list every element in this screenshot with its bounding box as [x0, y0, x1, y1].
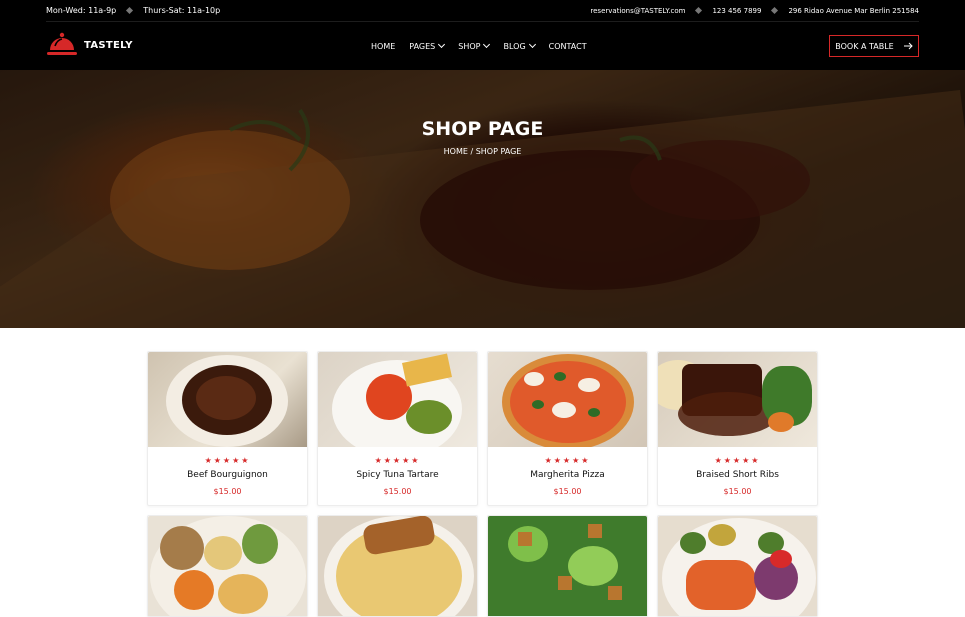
product-name[interactable]: Beef Bourguignon: [148, 470, 307, 480]
nav-item-pages[interactable]: PAGES: [409, 40, 446, 51]
address-text: 296 Ridao Avenue Mar Berlin 251584: [788, 6, 919, 15]
cloche-logo-icon: [47, 32, 77, 55]
email-link[interactable]: reservations@TASTELY.com: [590, 7, 685, 15]
product-card[interactable]: [487, 515, 648, 617]
product-image: [488, 352, 647, 447]
hero-banner: SHOP PAGE HOME / SHOP PAGE: [0, 70, 965, 328]
page-title: SHOP PAGE: [421, 118, 544, 140]
rating-stars: ★★★★★: [544, 456, 591, 465]
product-price: $15.00: [723, 487, 752, 496]
product-image: [658, 516, 817, 616]
chevron-down-icon: [528, 40, 536, 49]
product-image: [658, 352, 817, 447]
separator-icon: [126, 6, 134, 15]
product-card[interactable]: ★★★★★ Margherita Pizza $15.00: [487, 351, 648, 506]
nav-item-home[interactable]: HOME: [371, 42, 395, 51]
nav-item-label: CONTACT: [548, 41, 587, 51]
breadcrumb: HOME / SHOP PAGE: [443, 147, 522, 156]
phone-link[interactable]: 123 456 7899: [712, 7, 761, 15]
product-image: [148, 516, 307, 616]
separator-icon: [771, 6, 779, 15]
separator-icon: [695, 6, 703, 15]
product-image: [318, 352, 477, 447]
product-price: $15.00: [553, 487, 582, 496]
opening-hours-weekdays: Mon-Wed: 11a-9p: [46, 6, 117, 15]
nav-item-blog[interactable]: BLOG: [503, 40, 536, 51]
product-name[interactable]: Braised Short Ribs: [658, 470, 817, 480]
product-card[interactable]: [147, 515, 308, 617]
product-card[interactable]: [657, 515, 818, 617]
nav-item-label: HOME: [371, 41, 396, 51]
logo-text: TASTELY: [84, 39, 133, 51]
product-card[interactable]: ★★★★★ Braised Short Ribs $15.00: [657, 351, 818, 506]
hero-food-image: [0, 90, 965, 328]
book-a-table-button[interactable]: BOOK A TABLE: [829, 35, 919, 57]
rating-stars: ★★★★★: [714, 456, 761, 465]
chevron-down-icon: [483, 40, 491, 49]
nav-menu: HOME PAGES SHOP BLOG CONTACT: [371, 22, 587, 70]
site-logo[interactable]: TASTELY: [46, 32, 133, 58]
product-image: [488, 516, 647, 616]
product-price: $15.00: [213, 487, 242, 496]
chevron-down-icon: [438, 40, 446, 49]
nav-item-label: BLOG: [503, 41, 526, 51]
product-card[interactable]: [317, 515, 478, 617]
product-name[interactable]: Margherita Pizza: [488, 470, 647, 480]
product-image: [318, 516, 477, 616]
opening-hours-weekend: Thurs-Sat: 11a-10p: [143, 6, 221, 15]
book-a-table-label: BOOK A TABLE: [835, 41, 894, 51]
nav-item-label: PAGES: [409, 41, 436, 51]
product-price: $15.00: [383, 487, 412, 496]
nav-item-shop[interactable]: SHOP: [458, 40, 491, 51]
rating-stars: ★★★★★: [204, 456, 251, 465]
rating-stars: ★★★★★: [374, 456, 421, 465]
product-image: [148, 352, 307, 447]
main-navigation: TASTELY HOME PAGES SHOP BLOG CONTACT BOO…: [0, 22, 965, 70]
nav-item-contact[interactable]: CONTACT: [549, 42, 587, 51]
product-name[interactable]: Spicy Tuna Tartare: [318, 470, 477, 480]
nav-item-label: SHOP: [458, 41, 481, 51]
top-info-bar: Mon-Wed: 11a-9p Thurs-Sat: 11a-10p reser…: [0, 0, 965, 22]
arrow-right-icon: [903, 42, 913, 50]
product-card[interactable]: ★★★★★ Spicy Tuna Tartare $15.00: [317, 351, 478, 506]
product-grid: ★★★★★ Beef Bourguignon $15.00 ★★★★★ Spic…: [147, 351, 818, 617]
product-card[interactable]: ★★★★★ Beef Bourguignon $15.00: [147, 351, 308, 506]
